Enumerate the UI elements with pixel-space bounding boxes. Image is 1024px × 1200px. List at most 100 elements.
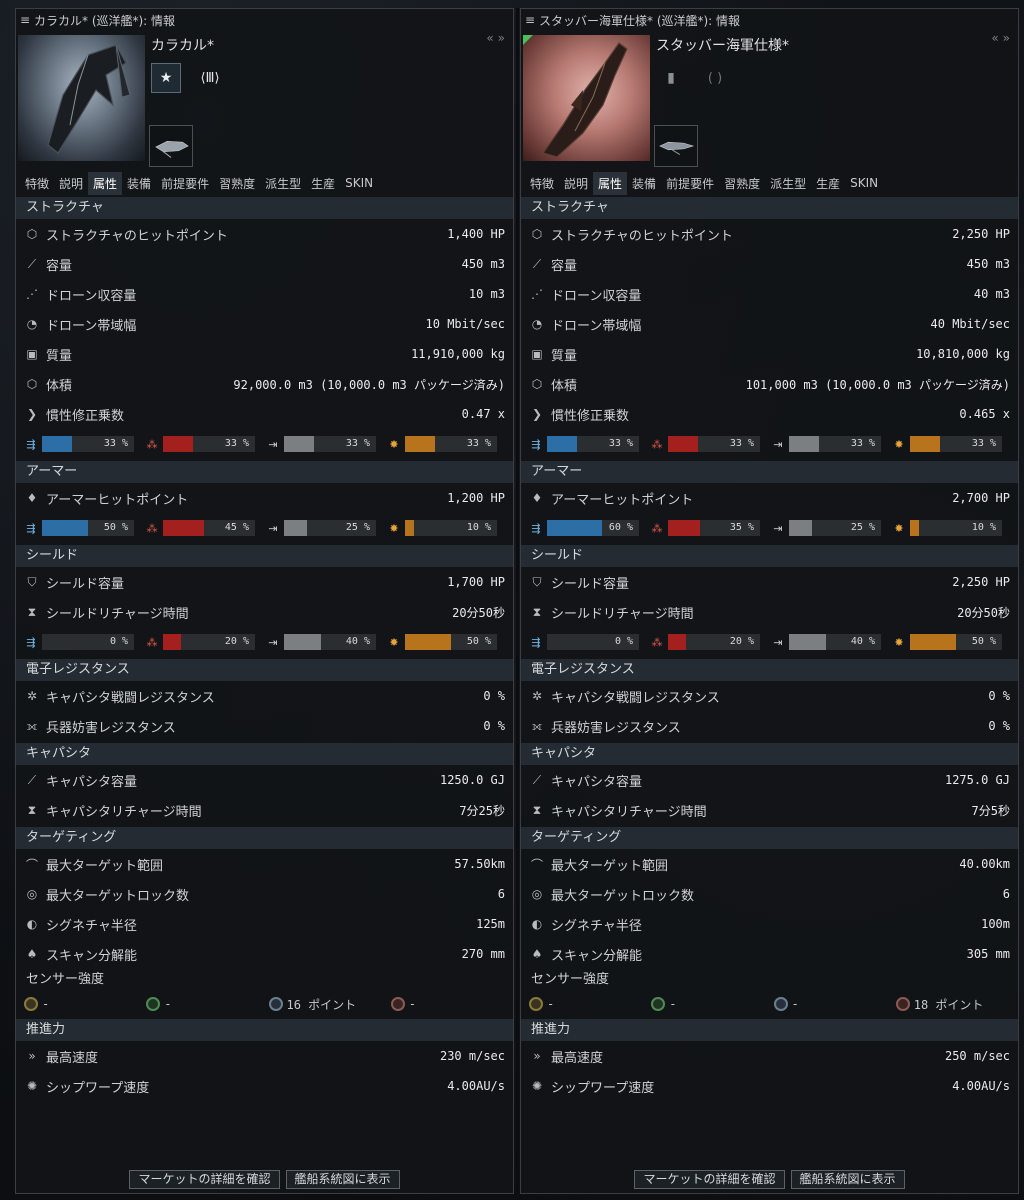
- attr-label: 兵器妨害レジスタンス: [551, 720, 681, 736]
- show-in-ship-tree-button[interactable]: 艦船系統図に表示: [790, 1169, 905, 1189]
- attr-label: 質量: [46, 348, 73, 364]
- tab-variations[interactable]: 派生型: [765, 172, 811, 195]
- kinetic-resist: ⇥ 25 %: [262, 520, 376, 536]
- ship-hull-icon[interactable]: [654, 125, 698, 167]
- attr-label: 質量: [551, 348, 578, 364]
- resist-bar-fill: [42, 520, 88, 536]
- tab-requirements[interactable]: 前提要件: [156, 172, 214, 195]
- attr-weapon-disrupt-resist: ⟗ 兵器妨害レジスタンス 0 %: [16, 711, 513, 741]
- em-resist: ⇶ 0 %: [525, 634, 639, 650]
- view-market-details-button[interactable]: マーケットの詳細を確認: [129, 1169, 280, 1189]
- kinetic-resist: ⇥ 33 %: [767, 436, 881, 452]
- sensor-strength-row: - - 16 ポイント -: [16, 991, 513, 1017]
- ship-hull-icon[interactable]: [149, 125, 193, 167]
- tab-description[interactable]: 説明: [54, 172, 88, 195]
- radar-sensor-icon: [529, 997, 543, 1011]
- tab-fitting[interactable]: 装備: [122, 172, 156, 195]
- tab-variations[interactable]: 派生型: [260, 172, 306, 195]
- attr-target-locks: ◎ 最大ターゲットロック数 6: [521, 879, 1018, 909]
- cube-icon: ⬡: [26, 227, 38, 241]
- attr-scan-resolution: ♠ スキャン分解能 270 mm: [16, 939, 513, 969]
- tab-skin[interactable]: SKIN: [340, 173, 378, 193]
- section-armor[interactable]: アーマー: [16, 461, 513, 483]
- attr-value: 57.50km: [454, 857, 505, 871]
- resist-row-shield: ⇶ 0 % ⁂ 20 % ⇥ 40 % ✸ 50 %: [16, 627, 513, 657]
- magnetometric-sensor-icon: [390, 997, 405, 1011]
- section-armor[interactable]: アーマー: [521, 461, 1018, 483]
- resist-bar: 40 %: [284, 634, 376, 650]
- resist-value: 25 %: [345, 522, 370, 533]
- window-titlebar[interactable]: ≡ カラカル* (巡洋艦*): 情報 «»: [16, 9, 513, 45]
- section-capacitor[interactable]: キャパシタ: [16, 743, 513, 765]
- attr-drone-bandwidth: ◔ ドローン帯域幅 10 Mbit/sec: [16, 309, 513, 339]
- attr-structure-hp: ⬡ ストラクチャのヒットポイント 2,250 HP: [521, 219, 1018, 249]
- attr-label: キャパシタ容量: [46, 774, 138, 790]
- section-capacitor[interactable]: キャパシタ: [521, 743, 1018, 765]
- resist-row-armor: ⇶ 50 % ⁂ 45 % ⇥ 25 % ✸ 10 %: [16, 513, 513, 543]
- ship-header: スタッバー海軍仕様* ▮ ( ): [521, 31, 1018, 171]
- kinetic-resist-icon: ⇥: [773, 437, 783, 451]
- attribute-list[interactable]: ストラクチャ ⬡ ストラクチャのヒットポイント 2,250 HP ⟋ 容量 450 m3…: [521, 197, 1018, 1101]
- attr-value: 270 mm: [461, 947, 505, 961]
- attr-label: シールドリチャージ時間: [46, 606, 189, 622]
- tab-fitting[interactable]: 装備: [627, 172, 661, 195]
- view-market-details-button[interactable]: マーケットの詳細を確認: [634, 1169, 785, 1189]
- tab-skin[interactable]: SKIN: [845, 173, 883, 193]
- section-shield[interactable]: シールド: [16, 545, 513, 567]
- attr-label: アーマーヒットポイント: [46, 492, 189, 508]
- tab-mastery[interactable]: 習熟度: [214, 172, 260, 195]
- tab-traits[interactable]: 特徴: [20, 172, 54, 195]
- attr-value: 40.00km: [959, 857, 1010, 871]
- tab-attributes[interactable]: 属性: [593, 171, 628, 195]
- show-info-icon[interactable]: ▮: [656, 63, 686, 93]
- show-in-ship-tree-button[interactable]: 艦船系統図に表示: [285, 1169, 400, 1189]
- attr-value: 40 m3: [973, 287, 1010, 301]
- resist-bar-fill: [405, 634, 451, 650]
- explosive-resist-icon: ✸: [389, 635, 399, 649]
- attr-cargo: ⟋ 容量 450 m3: [521, 249, 1018, 279]
- explosive-resist: ✸ 33 %: [383, 436, 497, 452]
- em-resist: ⇶ 50 %: [20, 520, 134, 536]
- section-structure[interactable]: ストラクチャ: [16, 197, 513, 219]
- resist-bar: 33 %: [42, 436, 134, 452]
- section-propulsion[interactable]: 推進力: [521, 1019, 1018, 1041]
- thermal-resist: ⁂ 35 %: [646, 520, 760, 536]
- window-titlebar[interactable]: ≡ スタッバー海軍仕様* (巡洋艦*): 情報 «»: [521, 9, 1018, 45]
- attr-label: 体積: [46, 378, 73, 394]
- attr-label: 体積: [551, 378, 578, 394]
- show-info-star-icon[interactable]: ★: [151, 63, 181, 93]
- target-lock-icon: ◎: [531, 887, 543, 901]
- resist-bar: 10 %: [910, 520, 1002, 536]
- sensor-ladar: -: [651, 997, 773, 1011]
- hourglass-icon: ⧗: [27, 802, 37, 817]
- window-menu-icon[interactable]: ≡: [20, 13, 34, 27]
- attr-value: 10 m3: [468, 287, 505, 301]
- attr-shield-capacity: ⛉ シールド容量 1,700 HP: [16, 567, 513, 597]
- sensor-value: -: [547, 997, 555, 1011]
- tab-description[interactable]: 説明: [559, 172, 593, 195]
- section-electronic-resistance[interactable]: 電子レジスタンス: [521, 659, 1018, 681]
- section-targeting[interactable]: ターゲティング: [521, 827, 1018, 849]
- em-resist-icon: ⇶: [531, 437, 541, 451]
- section-targeting[interactable]: ターゲティング: [16, 827, 513, 849]
- resist-row-structure: ⇶ 33 % ⁂ 33 % ⇥ 33 % ✸ 33 %: [521, 429, 1018, 459]
- section-propulsion[interactable]: 推進力: [16, 1019, 513, 1041]
- tab-industry[interactable]: 生産: [306, 172, 340, 195]
- attr-value: 0 %: [988, 689, 1010, 703]
- kinetic-resist-icon: ⇥: [773, 521, 783, 535]
- window-splitter[interactable]: [516, 8, 519, 1194]
- attr-value: 6: [497, 887, 505, 901]
- attribute-list[interactable]: ストラクチャ ⬡ ストラクチャのヒットポイント 1,400 HP ⟋ 容量 450 m3…: [16, 197, 513, 1101]
- tab-requirements[interactable]: 前提要件: [661, 172, 719, 195]
- tab-attributes[interactable]: 属性: [88, 171, 123, 195]
- tab-mastery[interactable]: 習熟度: [719, 172, 765, 195]
- tab-traits[interactable]: 特徴: [525, 172, 559, 195]
- resist-bar: 50 %: [910, 634, 1002, 650]
- tab-industry[interactable]: 生産: [811, 172, 845, 195]
- em-resist: ⇶ 60 %: [525, 520, 639, 536]
- section-shield[interactable]: シールド: [521, 545, 1018, 567]
- explosive-resist: ✸ 33 %: [888, 436, 1002, 452]
- section-structure[interactable]: ストラクチャ: [521, 197, 1018, 219]
- section-electronic-resistance[interactable]: 電子レジスタンス: [16, 659, 513, 681]
- window-menu-icon[interactable]: ≡: [525, 13, 539, 27]
